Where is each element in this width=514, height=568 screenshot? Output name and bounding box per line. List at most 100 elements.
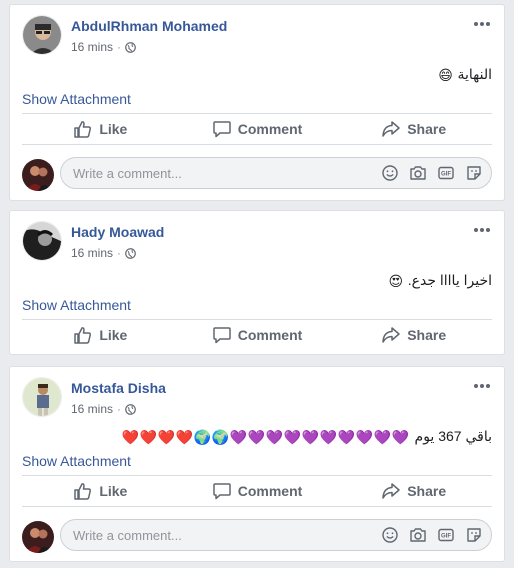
like-label: Like bbox=[99, 483, 128, 499]
like-icon bbox=[74, 483, 92, 500]
meta-separator: · bbox=[117, 402, 122, 416]
message-emoji-icon: 💜 bbox=[319, 428, 338, 445]
post-time[interactable]: 16 mins bbox=[71, 246, 113, 260]
message-emoji-icon: 💜 bbox=[337, 428, 356, 445]
message-emoji-icon: 💜 bbox=[283, 428, 302, 445]
message-emoji-icon: ❤️ bbox=[157, 428, 176, 445]
comment-button[interactable]: Comment bbox=[179, 320, 336, 350]
post-meta: 16 mins · bbox=[71, 40, 136, 54]
post-card: Hady Moawad 16 mins · اخيرا ياااا جدع. 😍… bbox=[9, 210, 505, 355]
post-header: Mostafa Disha 16 mins · bbox=[22, 377, 492, 419]
share-label: Share bbox=[407, 121, 447, 137]
svg-text:GIF: GIF bbox=[441, 534, 451, 540]
comment-button[interactable]: Comment bbox=[179, 476, 336, 506]
comment-label: Comment bbox=[237, 483, 303, 499]
comment-input-box[interactable]: GIF bbox=[60, 519, 492, 551]
message-text: باقي 367 يوم bbox=[414, 428, 492, 444]
comment-label: Comment bbox=[237, 121, 303, 137]
post-header: AbdulRhman Mohamed 16 mins · bbox=[22, 15, 492, 57]
grin-emoji-icon: 😄 bbox=[438, 66, 453, 83]
current-user-avatar[interactable] bbox=[22, 159, 54, 191]
share-button[interactable]: Share bbox=[335, 476, 492, 506]
like-label: Like bbox=[99, 121, 128, 137]
camera-icon[interactable] bbox=[409, 526, 427, 544]
author-name[interactable]: AbdulRhman Mohamed bbox=[71, 18, 227, 34]
sticker-icon[interactable] bbox=[465, 164, 483, 182]
message-emoji-icon: 💜 bbox=[391, 428, 410, 445]
comment-label: Comment bbox=[237, 327, 303, 343]
message-emoji-icon: 💜 bbox=[229, 428, 248, 445]
comment-input[interactable] bbox=[71, 164, 355, 182]
show-attachment-link[interactable]: Show Attachment bbox=[22, 297, 131, 313]
gif-icon[interactable]: GIF bbox=[437, 164, 455, 182]
more-options-icon[interactable] bbox=[472, 223, 492, 237]
like-button[interactable]: Like bbox=[22, 476, 179, 506]
share-button[interactable]: Share bbox=[335, 114, 492, 144]
post-card: Mostafa Disha 16 mins · باقي 367 يوم 💜 💜 💜… bbox=[9, 366, 505, 562]
show-attachment-link[interactable]: Show Attachment bbox=[22, 453, 131, 469]
share-icon bbox=[382, 121, 400, 137]
share-label: Share bbox=[407, 327, 447, 343]
show-attachment-link[interactable]: Show Attachment bbox=[22, 91, 131, 107]
comment-input[interactable] bbox=[71, 526, 355, 544]
meta-separator: · bbox=[117, 40, 122, 54]
like-icon bbox=[74, 327, 92, 344]
current-user-avatar[interactable] bbox=[22, 521, 54, 553]
globe-icon[interactable] bbox=[125, 403, 136, 415]
like-label: Like bbox=[99, 327, 128, 343]
message-emoji-icon: 💜 bbox=[265, 428, 284, 445]
comment-composer: GIF bbox=[22, 157, 492, 193]
meta-separator: · bbox=[117, 246, 122, 260]
message-text: اخيرا ياااا جدع. bbox=[407, 272, 492, 288]
message-emoji-icon: 💜 bbox=[373, 428, 392, 445]
like-button[interactable]: Like bbox=[22, 114, 179, 144]
author-name[interactable]: Hady Moawad bbox=[71, 224, 164, 240]
emoji-icon[interactable] bbox=[381, 164, 399, 182]
globe-icon[interactable] bbox=[125, 41, 136, 53]
comment-input-box[interactable]: GIF bbox=[60, 157, 492, 189]
post-message: باقي 367 يوم 💜 💜 💜 💜 💜 💜 💜 💜 💜 💜 🌍 🌍 ❤️ ❤️ ❤️ ❤️ bbox=[122, 428, 492, 445]
post-card: AbdulRhman Mohamed 16 mins · النهاية 😄 S… bbox=[9, 4, 505, 201]
share-icon bbox=[382, 327, 400, 343]
composer-tools: GIF bbox=[381, 164, 483, 182]
share-button[interactable]: Share bbox=[335, 320, 492, 350]
comment-icon bbox=[212, 483, 231, 500]
message-emoji-icon: ❤️ bbox=[139, 428, 158, 445]
svg-text:GIF: GIF bbox=[441, 172, 451, 178]
comment-icon bbox=[212, 121, 231, 138]
post-header: Hady Moawad 16 mins · bbox=[22, 221, 492, 263]
message-emoji-icon: ❤️ bbox=[175, 428, 194, 445]
globe-icon[interactable] bbox=[125, 247, 136, 259]
sticker-icon[interactable] bbox=[465, 526, 483, 544]
comment-icon bbox=[212, 327, 231, 344]
post-meta: 16 mins · bbox=[71, 402, 136, 416]
message-emoji-icon: 💜 bbox=[247, 428, 266, 445]
message-emoji-icon: 🌍 bbox=[211, 428, 230, 445]
author-avatar[interactable] bbox=[22, 15, 62, 55]
share-icon bbox=[382, 483, 400, 499]
post-message: النهاية 😄 bbox=[437, 66, 492, 83]
emoji-icon[interactable] bbox=[381, 526, 399, 544]
post-actions: Like Comment Share bbox=[22, 475, 492, 507]
share-label: Share bbox=[407, 483, 447, 499]
post-meta: 16 mins · bbox=[71, 246, 136, 260]
author-avatar[interactable] bbox=[22, 221, 62, 261]
author-name[interactable]: Mostafa Disha bbox=[71, 380, 166, 396]
author-avatar[interactable] bbox=[22, 377, 62, 417]
post-time[interactable]: 16 mins bbox=[71, 40, 113, 54]
more-options-icon[interactable] bbox=[472, 379, 492, 393]
post-actions: Like Comment Share bbox=[22, 319, 492, 350]
camera-icon[interactable] bbox=[409, 164, 427, 182]
message-emoji-icon: 💜 bbox=[301, 428, 320, 445]
like-button[interactable]: Like bbox=[22, 320, 179, 350]
message-emojis: 💜 💜 💜 💜 💜 💜 💜 💜 💜 💜 🌍 🌍 ❤️ ❤️ ❤️ ❤️ bbox=[122, 428, 410, 445]
more-options-icon[interactable] bbox=[472, 17, 492, 31]
comment-button[interactable]: Comment bbox=[179, 114, 336, 144]
comment-composer: GIF bbox=[22, 519, 492, 555]
message-text: النهاية bbox=[457, 66, 492, 82]
gif-icon[interactable]: GIF bbox=[437, 526, 455, 544]
post-message: اخيرا ياااا جدع. 😍 bbox=[388, 272, 492, 289]
composer-tools: GIF bbox=[381, 526, 483, 544]
heart-eyes-emoji-icon: 😍 bbox=[388, 272, 404, 289]
post-time[interactable]: 16 mins bbox=[71, 402, 113, 416]
